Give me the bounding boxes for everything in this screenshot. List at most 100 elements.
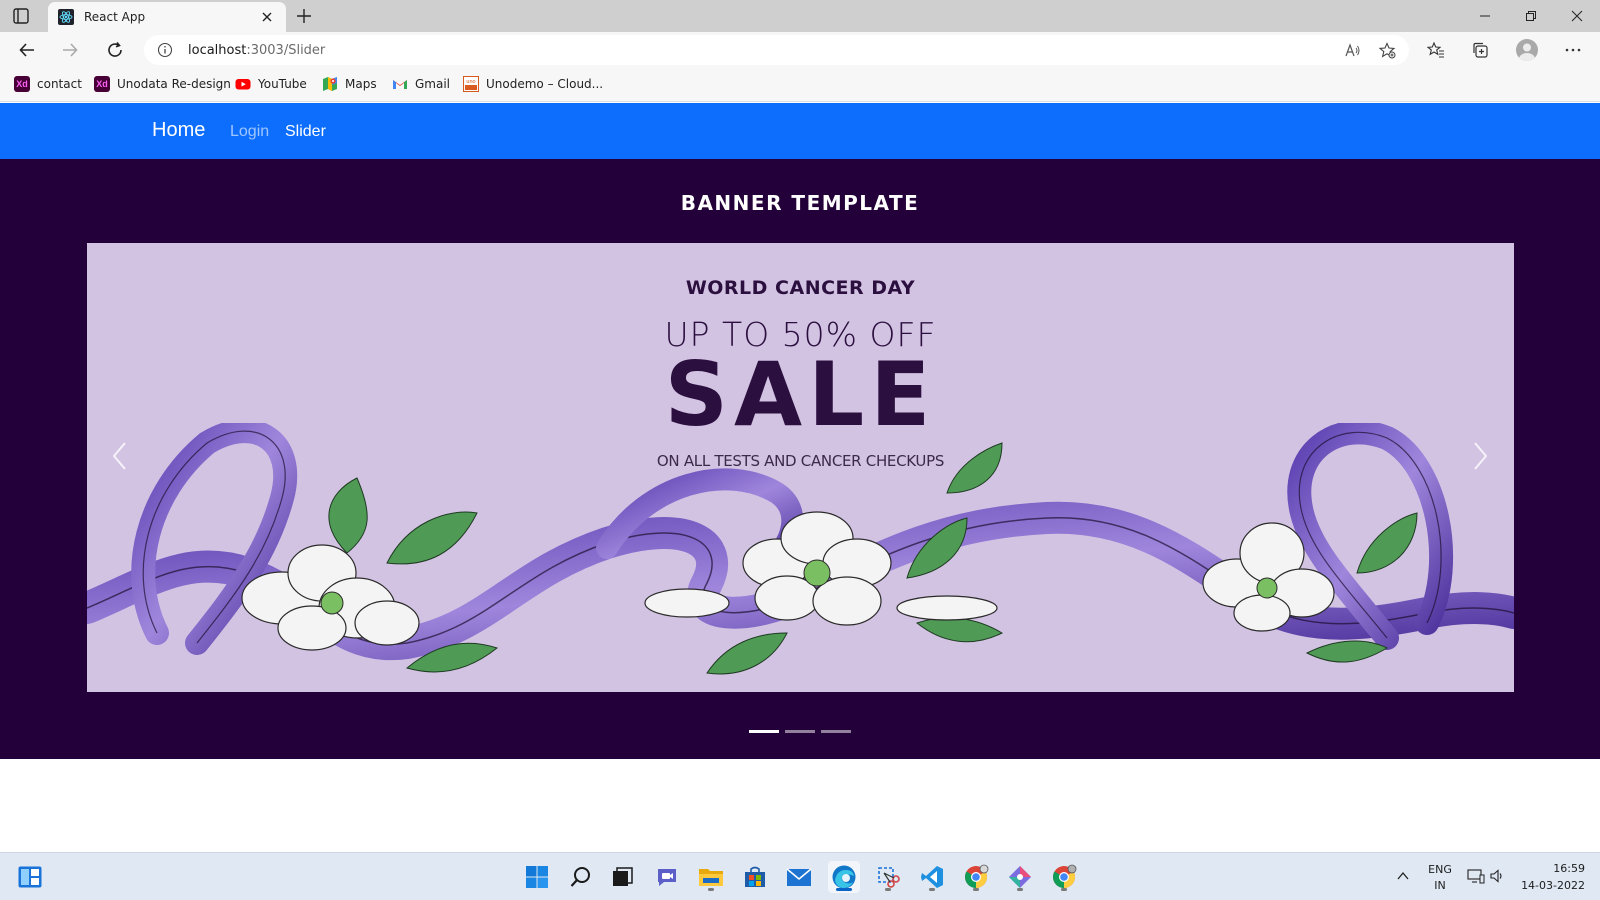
chat-icon <box>658 869 676 886</box>
running-indicator <box>836 888 852 891</box>
taskbar-git-app[interactable] <box>1004 861 1036 893</box>
favorites-icon[interactable] <box>1427 41 1445 59</box>
mail-icon <box>786 868 812 886</box>
edge-browser-icon <box>832 865 856 889</box>
bookmark-label: YouTube <box>258 77 307 91</box>
bookmark-youtube[interactable]: YouTube <box>235 75 307 93</box>
banner-section: BANNER TEMPLATE WORLD CANCER DAY UP TO 5… <box>0 159 1600 759</box>
minimize-icon[interactable] <box>1478 9 1492 23</box>
svg-text:uno: uno <box>466 79 475 85</box>
close-window-icon[interactable] <box>1570 9 1584 23</box>
nav-link-slider[interactable]: Slider <box>285 123 326 141</box>
running-indicator <box>973 888 979 891</box>
running-indicator <box>1017 888 1023 891</box>
chrome-icon <box>1053 864 1077 888</box>
close-tab-icon[interactable] <box>260 10 274 24</box>
new-tab-icon[interactable] <box>295 7 313 25</box>
read-aloud-icon[interactable] <box>1344 42 1361 59</box>
taskbar-search[interactable] <box>565 861 597 893</box>
slide-sale-title: SALE <box>664 343 937 446</box>
react-logo-icon <box>58 9 74 25</box>
taskbar-vscode[interactable] <box>916 861 948 893</box>
carousel-indicators <box>749 730 851 733</box>
carousel-next-icon[interactable] <box>1468 439 1492 473</box>
running-indicator <box>929 888 935 891</box>
language-indicator-line1[interactable]: ENG <box>1425 863 1455 876</box>
show-hidden-icons-chevron-icon[interactable] <box>1396 869 1410 883</box>
bookmark-label: Gmail <box>415 77 451 91</box>
taskbar-edge[interactable] <box>828 861 860 893</box>
browser-tab[interactable]: React App <box>48 2 286 32</box>
store-icon <box>745 866 765 887</box>
carousel-slide: WORLD CANCER DAY UP TO 50% OFF SALE ON A… <box>87 243 1514 692</box>
adobe-xd-icon: Xd <box>14 76 30 92</box>
chrome-icon <box>965 864 989 888</box>
collections-icon[interactable] <box>1471 41 1489 59</box>
user-icon <box>1519 43 1535 61</box>
refresh-icon[interactable] <box>106 41 124 59</box>
app-navbar: Home Login Slider <box>0 103 1600 159</box>
carousel-indicator-3[interactable] <box>821 730 851 733</box>
bookmarks-bar: Xd contact Xd Unodata Re-design YouTube … <box>0 68 1600 102</box>
bookmark-unodemo[interactable]: uno Unodemo – Cloud... <box>463 75 603 93</box>
snipping-tool-icon <box>878 867 900 888</box>
clock-date[interactable]: 14-03-2022 <box>1515 879 1585 892</box>
url-path: :3003/Slider <box>246 43 326 58</box>
bookmark-unodata[interactable]: Xd Unodata Re-design <box>94 75 231 93</box>
running-indicator <box>708 888 714 891</box>
slide-subtext: ON ALL TESTS AND CANCER CHECKUPS <box>656 452 945 470</box>
navbar-brand-home[interactable]: Home <box>152 119 205 142</box>
clock-time[interactable]: 16:59 <box>1515 862 1585 875</box>
search-icon <box>570 867 590 887</box>
carousel-indicator-2[interactable] <box>785 730 815 733</box>
start-button[interactable] <box>521 861 553 893</box>
task-view-icon <box>613 867 633 886</box>
bookmark-label: Unodata Re-design <box>117 77 231 91</box>
vscode-icon <box>921 866 943 888</box>
add-favorite-icon[interactable] <box>1379 42 1396 59</box>
slide-kicker: WORLD CANCER DAY <box>685 277 916 299</box>
tab-title: React App <box>84 10 146 24</box>
back-icon[interactable] <box>18 41 36 59</box>
taskbar-mail[interactable] <box>783 861 815 893</box>
taskbar-snipping-tool[interactable] <box>872 861 904 893</box>
language-indicator-line2[interactable]: IN <box>1425 879 1455 892</box>
site-info-icon[interactable] <box>157 42 173 58</box>
running-indicator <box>885 888 891 891</box>
volume-icon[interactable] <box>1489 868 1505 884</box>
taskbar-chrome-profile-2[interactable] <box>1048 861 1080 893</box>
more-options-icon[interactable] <box>1564 41 1582 59</box>
windows-taskbar: ENG IN 16:59 14-03-2022 <box>0 852 1600 900</box>
bookmark-gmail[interactable]: Gmail <box>392 75 450 93</box>
bookmark-label: Maps <box>345 77 377 91</box>
restore-icon[interactable] <box>1524 9 1538 23</box>
address-bar[interactable]: localhost:3003/Slider <box>144 35 1409 65</box>
running-indicator <box>1061 888 1067 891</box>
url-text[interactable]: localhost:3003/Slider <box>188 43 325 58</box>
taskbar-task-view[interactable] <box>607 861 639 893</box>
bookmark-label: Unodemo – Cloud... <box>486 77 604 91</box>
carousel-indicator-1[interactable] <box>749 730 779 733</box>
carousel-prev-icon[interactable] <box>108 439 132 473</box>
profile-avatar[interactable] <box>1516 39 1538 61</box>
taskbar-store[interactable] <box>739 861 771 893</box>
network-icon[interactable] <box>1467 868 1485 884</box>
tab-actions-icon[interactable] <box>12 7 30 25</box>
banner-heading: BANNER TEMPLATE <box>680 191 920 215</box>
nav-link-login[interactable]: Login <box>230 123 269 141</box>
git-diamond-icon <box>1009 866 1031 888</box>
bookmark-label: contact <box>37 77 82 91</box>
taskbar-file-explorer[interactable] <box>695 861 727 893</box>
browser-toolbar: localhost:3003/Slider <box>0 32 1600 68</box>
widgets-icon[interactable] <box>18 866 42 888</box>
unodemo-icon: uno <box>463 76 479 92</box>
forward-icon[interactable] <box>61 41 79 59</box>
bookmark-maps[interactable]: Maps <box>322 75 377 93</box>
windows-logo-icon <box>526 866 548 888</box>
folder-icon <box>699 869 723 886</box>
url-host: localhost <box>188 43 247 58</box>
taskbar-teams-chat[interactable] <box>651 861 683 893</box>
youtube-icon <box>235 79 251 90</box>
bookmark-contact[interactable]: Xd contact <box>14 75 82 93</box>
taskbar-chrome-profile-1[interactable] <box>960 861 992 893</box>
